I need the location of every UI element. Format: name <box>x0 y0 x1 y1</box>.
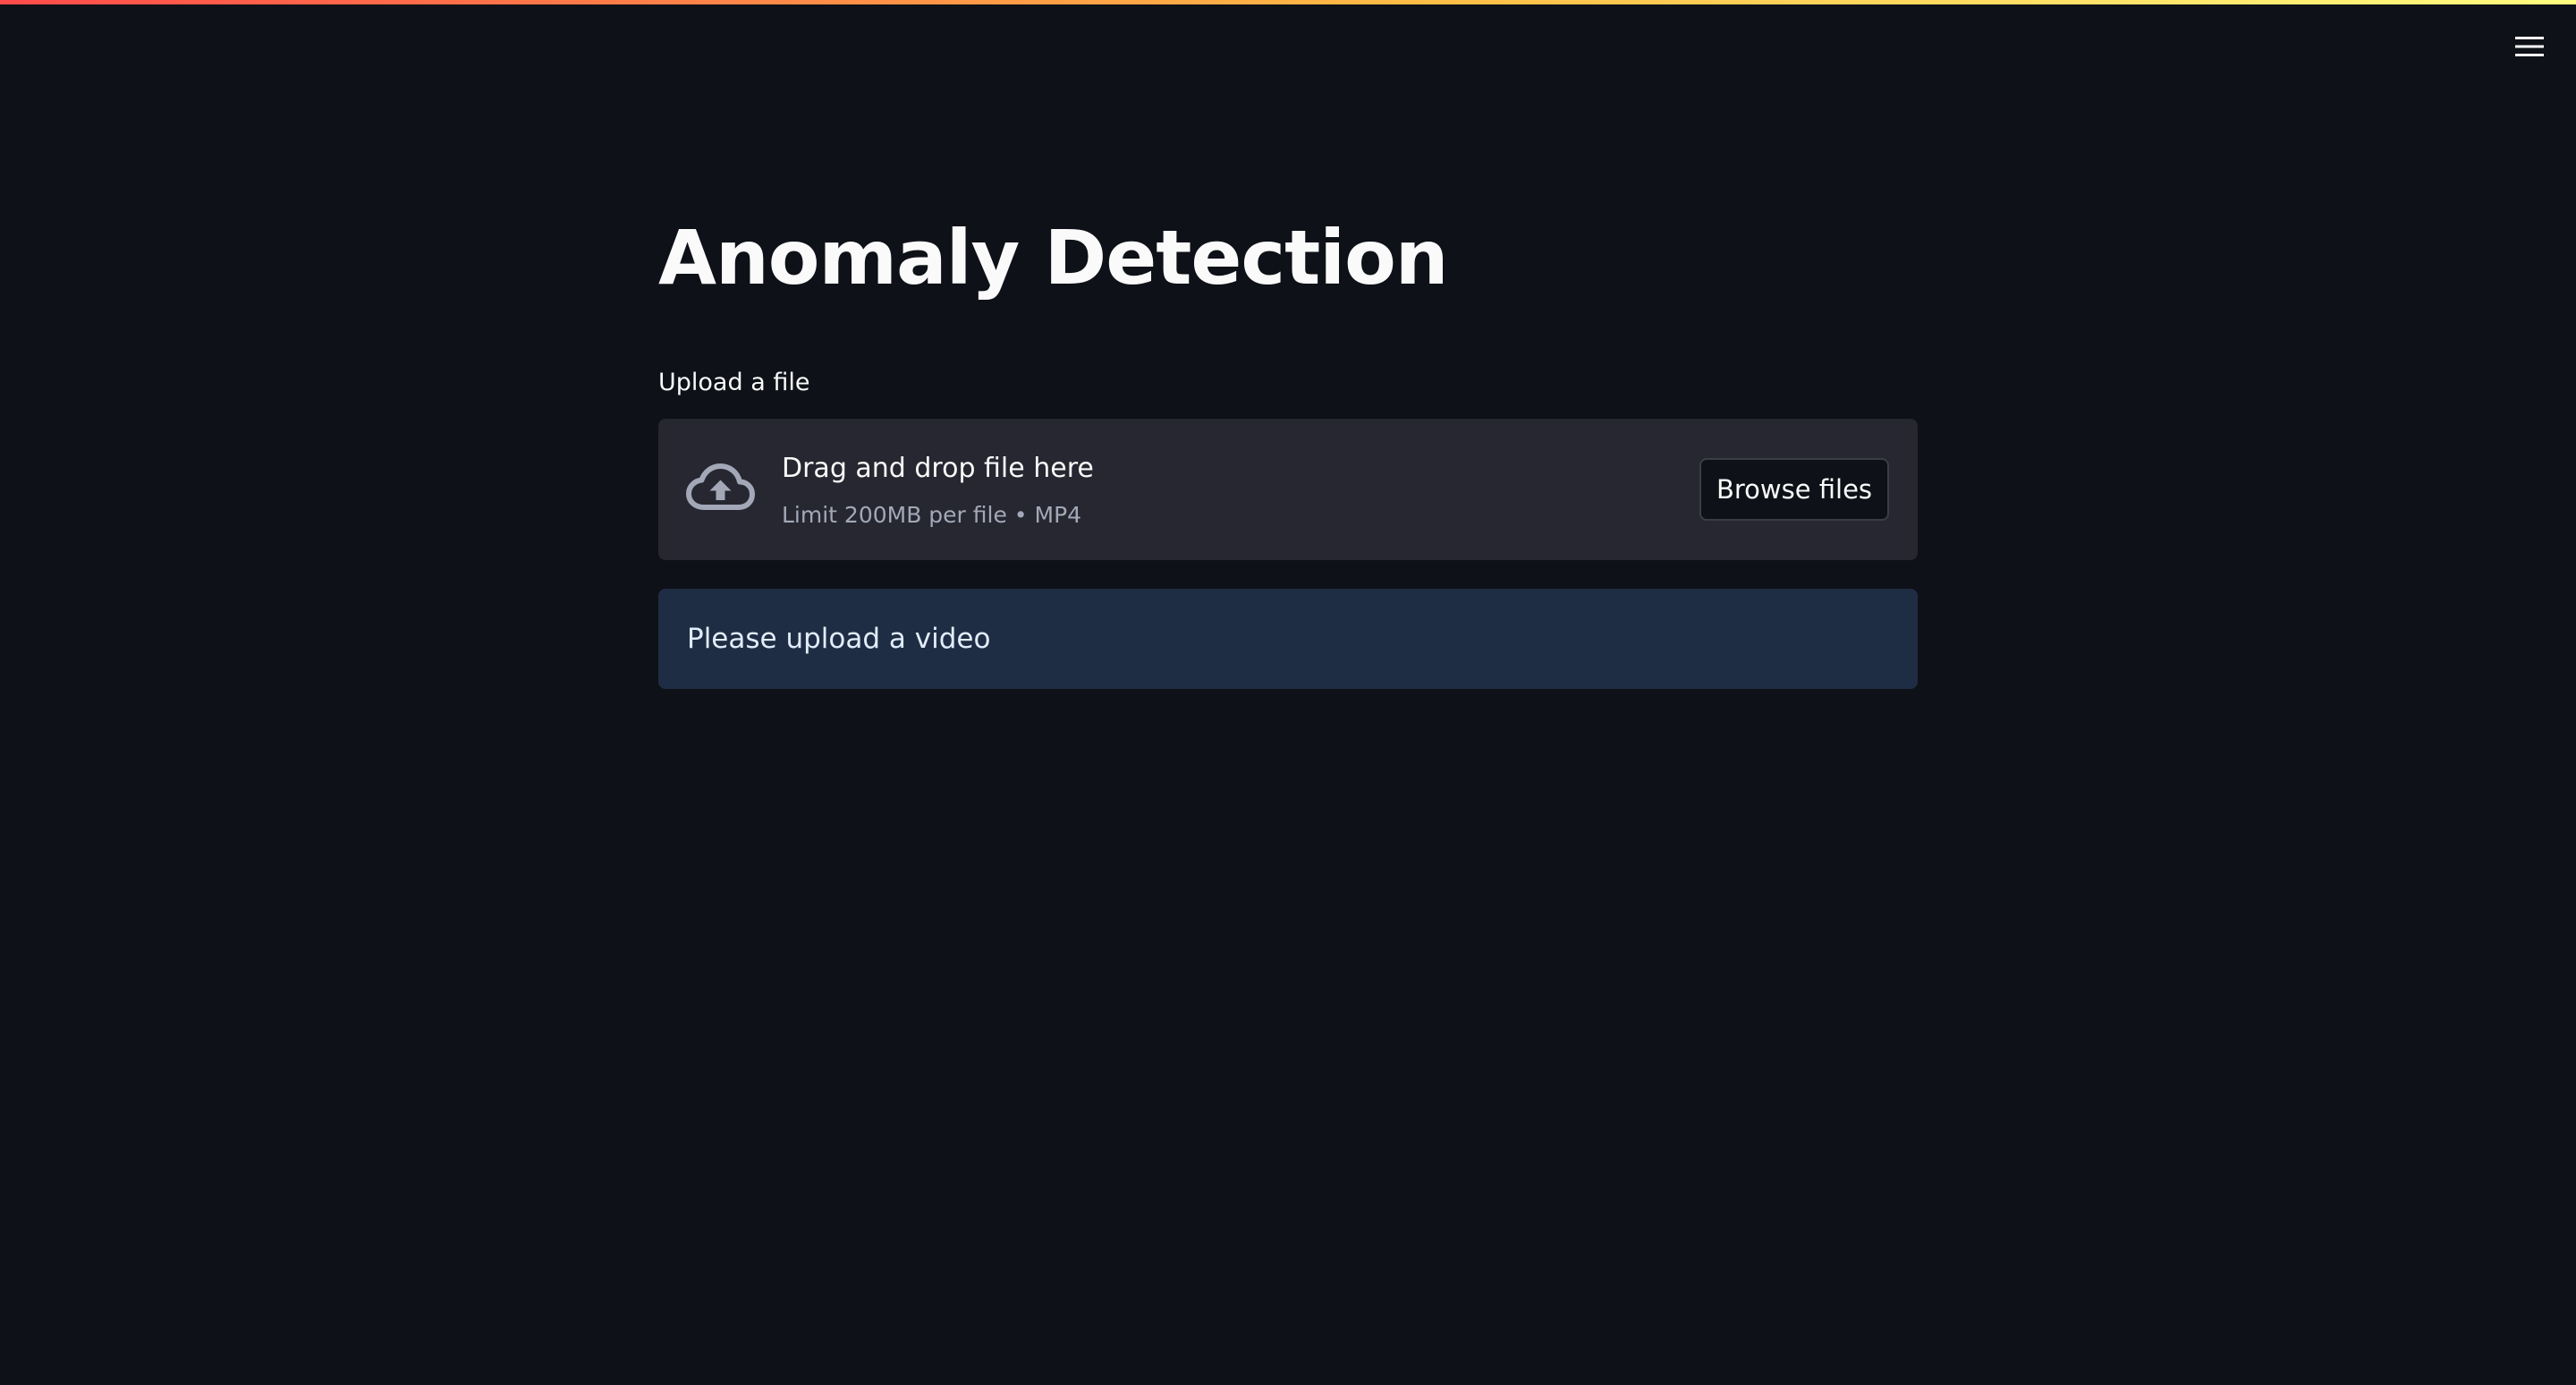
hamburger-menu-icon <box>2515 37 2544 56</box>
main-menu-button[interactable] <box>2504 25 2555 68</box>
dropzone-instructions: Drag and drop file here <box>782 453 1094 484</box>
file-dropzone[interactable]: Drag and drop file here Limit 200MB per … <box>658 419 1918 560</box>
browse-files-button[interactable]: Browse files <box>1699 458 1889 521</box>
page-title: Anomaly Detection <box>658 214 1449 302</box>
info-alert: Please upload a video <box>658 589 1918 689</box>
file-limit-text: Limit 200MB per file • MP4 <box>782 502 1082 528</box>
info-message: Please upload a video <box>687 623 991 655</box>
cloud-upload-icon <box>686 463 755 510</box>
top-decoration-bar <box>0 0 2576 4</box>
upload-label: Upload a file <box>658 369 810 396</box>
